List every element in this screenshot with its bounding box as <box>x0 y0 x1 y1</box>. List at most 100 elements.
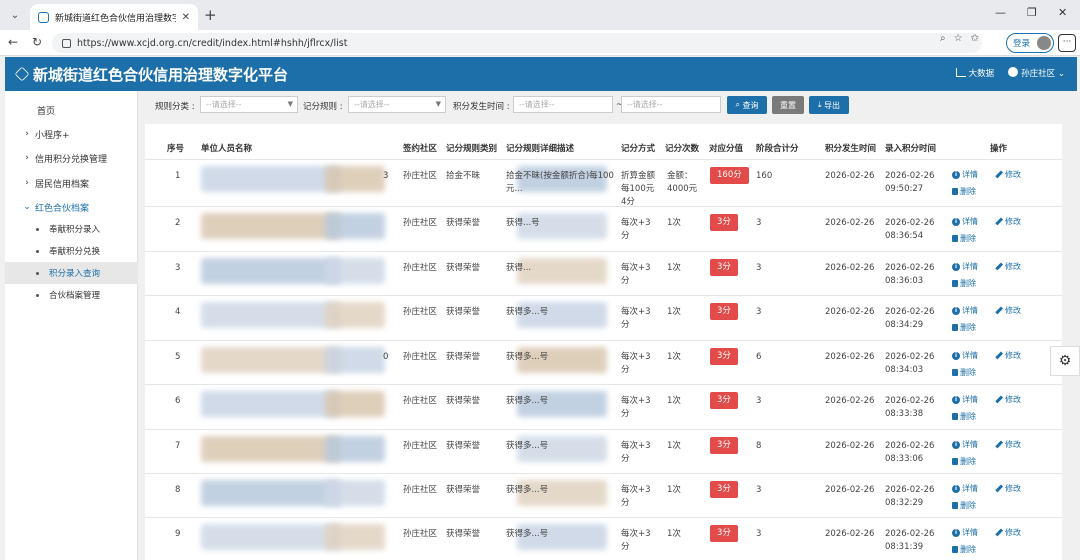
cell-date: 2026-02-26 <box>825 263 875 273</box>
caret-down-icon: ▼ <box>435 100 441 108</box>
edit-link[interactable]: 修改 <box>995 305 1021 316</box>
trash-icon <box>952 324 958 331</box>
reset-button[interactable]: 重置 <box>772 96 804 114</box>
cell-count: 1次 <box>667 529 681 539</box>
edit-link[interactable]: 修改 <box>995 527 1021 538</box>
cell-entered-time: 2026-02-26 08:36:03 <box>885 263 935 286</box>
sidebar-item-resident-credit[interactable]: › 居民信用档案 <box>5 172 138 194</box>
url-field[interactable]: https://www.xcjd.org.cn/credit/index.htm… <box>52 33 982 53</box>
start-date-input[interactable]: --请选择-- <box>513 96 613 113</box>
table-row: 6 孙庄社区 获得荣誉 获得多...号 每次+3分 1次 3 2026-02-26 2026-0… <box>145 384 1062 429</box>
new-tab-plus-icon[interactable]: + <box>204 6 217 24</box>
sidebar-item-points-entry[interactable]: 奉献积分录入 <box>5 218 138 240</box>
rule-label: 记分规则 : <box>303 102 343 112</box>
sidebar-item-points-query[interactable]: 积分录入查询 <box>5 262 138 284</box>
detail-link[interactable]: i 详情 <box>952 394 978 405</box>
trash-icon <box>952 413 958 420</box>
trash-icon <box>952 280 958 287</box>
user-menu[interactable]: 孙庄社区 ⌄ <box>1008 67 1065 79</box>
delete-link[interactable]: 删除 <box>952 278 976 289</box>
redacted-block <box>325 391 385 417</box>
bigdata-link[interactable]: 大数据 <box>955 67 995 79</box>
rule-type-select[interactable]: --请选择-- ▼ <box>200 96 298 113</box>
cell-count: 金额：4000元 <box>667 171 698 194</box>
column-header: 签约社区 <box>403 144 438 154</box>
edit-link[interactable]: 修改 <box>995 261 1021 272</box>
reload-icon[interactable]: ↻ <box>32 35 42 49</box>
sidebar-item-home[interactable]: 首页 <box>5 99 138 121</box>
detail-link[interactable]: i 详情 <box>952 350 978 361</box>
edit-link[interactable]: 修改 <box>995 483 1021 494</box>
chevron-down-icon: ⌄ <box>23 202 31 212</box>
more-menu-icon[interactable]: ··· <box>1058 34 1076 52</box>
back-arrow-icon[interactable]: ← <box>8 35 18 49</box>
redacted-block <box>325 480 385 506</box>
delete-link[interactable]: 删除 <box>952 322 976 333</box>
cell-description: 获得多...号 <box>506 396 549 406</box>
sidebar-item-points-redeem[interactable]: 奉献积分兑换 <box>5 240 138 262</box>
cell-category: 获得荣誉 <box>446 441 481 451</box>
delete-link-label: 删除 <box>960 412 976 421</box>
edit-link[interactable]: 修改 <box>995 169 1021 180</box>
settings-gear-icon[interactable]: ⚙ <box>1050 346 1080 376</box>
detail-link-label: 详情 <box>962 484 978 493</box>
delete-link[interactable]: 删除 <box>952 186 976 197</box>
tab-title: 新城街道红色合伙信用治理数字化平 <box>55 13 176 24</box>
export-button[interactable]: ⤓ 导出 <box>809 96 849 114</box>
site-favicon-icon <box>38 11 49 23</box>
maximize-icon[interactable]: ❐ <box>1027 6 1037 19</box>
sidebar-item-miniprogram[interactable]: › 小程序+ <box>5 123 138 145</box>
detail-link[interactable]: i 详情 <box>952 261 978 272</box>
sidebar-item-red-partner[interactable]: ⌄ 红色合伙档案 <box>5 196 138 218</box>
detail-link[interactable]: i 详情 <box>952 439 978 450</box>
detail-link[interactable]: i 详情 <box>952 483 978 494</box>
detail-link[interactable]: i 详情 <box>952 169 978 180</box>
edit-link-label: 修改 <box>1005 484 1021 493</box>
detail-link[interactable]: i 详情 <box>952 305 978 316</box>
cell-count: 1次 <box>667 352 681 362</box>
score-badge: 3分 <box>710 481 738 498</box>
delete-link[interactable]: 删除 <box>952 233 976 244</box>
cell-community: 孙庄社区 <box>403 352 438 362</box>
edit-link[interactable]: 修改 <box>995 394 1021 405</box>
cell-date: 2026-02-26 <box>825 441 875 451</box>
bigdata-label: 大数据 <box>968 69 995 79</box>
sidebar-item-partner-archive[interactable]: 合伙档案管理 <box>5 284 138 306</box>
cell-index: 3 <box>175 263 181 273</box>
login-button[interactable]: 登录 <box>1006 33 1054 53</box>
search-button[interactable]: ⌕ 查询 <box>727 96 767 114</box>
score-badge: 3分 <box>710 392 738 409</box>
cell-date: 2026-02-26 <box>825 529 875 539</box>
browser-tab[interactable]: 新城街道红色合伙信用治理数字化平 ✕ <box>30 4 198 30</box>
delete-link[interactable]: 删除 <box>952 411 976 422</box>
edit-link[interactable]: 修改 <box>995 439 1021 450</box>
detail-link[interactable]: i 详情 <box>952 216 978 227</box>
tab-list-chevron-icon[interactable]: ⌄ <box>6 6 24 24</box>
delete-link[interactable]: 删除 <box>952 367 976 378</box>
delete-link[interactable]: 删除 <box>952 456 976 467</box>
sidebar-item-credit-exchange[interactable]: › 信用积分兑换管理 <box>5 147 138 169</box>
detail-link[interactable]: i 详情 <box>952 527 978 538</box>
delete-link[interactable]: 删除 <box>952 544 976 555</box>
cell-category: 获得荣誉 <box>446 396 481 406</box>
detail-link-label: 详情 <box>962 528 978 537</box>
info-icon: i <box>952 262 960 271</box>
score-badge: 3分 <box>710 303 738 320</box>
cell-total: 3 <box>756 396 762 406</box>
minimize-icon[interactable]: — <box>995 6 1006 19</box>
window-close-icon[interactable]: ✕ <box>1058 6 1067 19</box>
cell-name-fragment: 0 <box>383 352 389 362</box>
rule-select[interactable]: --请选择-- ▼ <box>348 96 446 113</box>
export-button-label: 导出 <box>824 100 841 110</box>
close-icon[interactable]: ✕ <box>182 12 190 23</box>
cell-entered-time: 2026-02-26 08:32:29 <box>885 485 935 508</box>
edit-link[interactable]: 修改 <box>995 216 1021 227</box>
end-date-input[interactable]: --请选择-- <box>621 96 721 113</box>
edit-link[interactable]: 修改 <box>995 350 1021 361</box>
platform-logo-icon <box>14 66 30 82</box>
edit-link-label: 修改 <box>1005 217 1021 226</box>
rule-placeholder: --请选择-- <box>354 100 390 109</box>
redacted-block <box>325 213 385 239</box>
edit-link-label: 修改 <box>1005 351 1021 360</box>
delete-link[interactable]: 删除 <box>952 500 976 511</box>
